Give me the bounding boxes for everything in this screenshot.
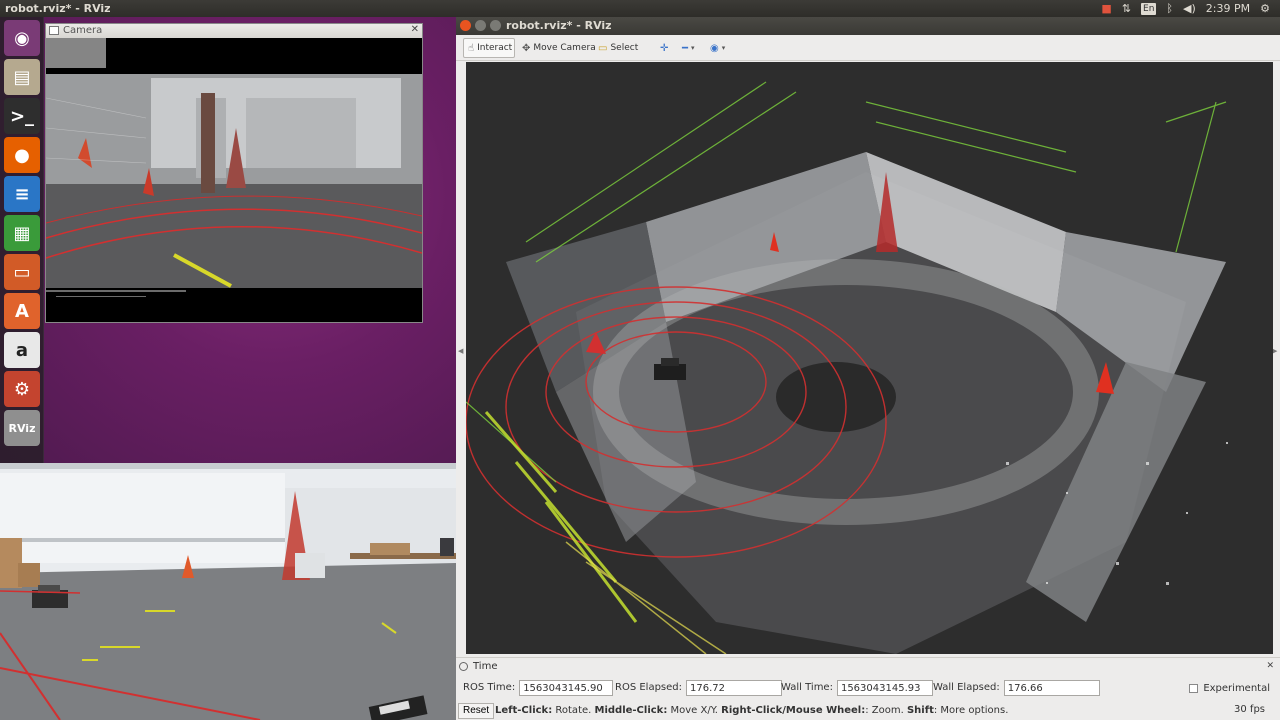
checkbox-icon[interactable] [1189, 684, 1199, 693]
tool-toolbar: ☝ Interact ✥ Move Camera ▭ Select ✛ ━ ▾ … [456, 35, 1280, 61]
camera-image [46, 38, 422, 322]
move-icon: ✥ [522, 42, 531, 54]
wall-time-input[interactable]: 1563043145.93 [836, 679, 933, 696]
mouse-help-text: Left-Click: Rotate. Middle-Click: Move X… [495, 705, 1008, 716]
middle-click-key: Middle-Click: [594, 705, 668, 716]
writer-icon[interactable]: ≡ [4, 176, 40, 212]
interact-tool-button[interactable]: ☝ Interact [463, 38, 515, 58]
maximize-icon[interactable] [490, 20, 501, 31]
ros-time-label: ROS Time: [463, 682, 516, 693]
rviz-window-title: robot.rviz* - RViz [506, 19, 612, 32]
experimental-checkbox[interactable]: Experimental [1189, 683, 1270, 694]
camera-titlebar[interactable]: Camera ✕ [46, 24, 422, 38]
crosshair-icon: ✛ [660, 42, 669, 54]
wall-time-field: Wall Time: 1563043145.93 [781, 679, 933, 696]
chevron-down-icon: ▾ [721, 44, 726, 52]
camera-window[interactable]: Camera ✕ [45, 23, 423, 323]
volume-icon[interactable]: ◀) [1183, 1, 1196, 16]
firefox-icon[interactable]: ● [4, 137, 40, 173]
ros-elapsed-input[interactable]: 176.72 [686, 679, 782, 696]
select-icon: ▭ [598, 42, 608, 54]
close-icon[interactable] [460, 20, 471, 31]
files-icon[interactable]: ▤ [4, 59, 40, 95]
time-panel: Time ✕ ROS Time: 1563043145.90 ROS Elaps… [456, 657, 1280, 720]
left-click-action: Rotate. [552, 705, 595, 716]
focus-camera-tool-button[interactable]: ✛ [656, 38, 672, 58]
settings-icon[interactable]: ⚙ [4, 371, 40, 407]
power-icon[interactable]: ⚙ [1260, 1, 1270, 16]
room-camera-photo [0, 463, 456, 720]
left-dock-handle-icon[interactable]: ◀ [458, 347, 464, 355]
move-camera-tool-button[interactable]: ✥ Move Camera [518, 38, 600, 58]
wall-elapsed-field: Wall Elapsed: 176.66 [933, 679, 1100, 696]
hand-icon: ☝ [468, 42, 475, 54]
window-icon [49, 26, 59, 35]
move-camera-label: Move Camera [533, 43, 596, 53]
bluetooth-icon[interactable]: ᛒ [1166, 1, 1173, 16]
impress-icon[interactable]: ▭ [4, 254, 40, 290]
system-tray: ■ ⇅ En ᛒ ◀) 2:39 PM ⚙ [1101, 1, 1270, 16]
ubuntu-dash-icon[interactable]: ◉ [4, 20, 40, 56]
camera-window-title: Camera [63, 25, 103, 36]
select-tool-button[interactable]: ▭ Select [594, 38, 642, 58]
middle-click-action: Move X/Y. [667, 705, 722, 716]
wall-elapsed-input[interactable]: 176.66 [1003, 679, 1100, 696]
experimental-label: Experimental [1203, 683, 1270, 694]
time-panel-title: Time [473, 661, 498, 672]
3d-viewport[interactable] [466, 62, 1273, 654]
shift-key: Shift [906, 705, 934, 716]
select-label: Select [610, 43, 639, 53]
left-click-key: Left-Click: [495, 705, 553, 716]
terminal-icon[interactable]: >_ [4, 98, 40, 134]
close-icon[interactable]: ✕ [1266, 661, 1274, 671]
time-panel-header: Time [459, 661, 497, 672]
rviz-icon[interactable]: RViz [4, 410, 40, 446]
network-icon[interactable]: ⇅ [1122, 1, 1131, 16]
ros-time-input[interactable]: 1563043145.90 [519, 679, 614, 696]
chevron-down-icon: ▾ [691, 44, 695, 52]
rviz-titlebar[interactable]: robot.rviz* - RViz [456, 17, 1280, 35]
software-center-icon[interactable]: A [4, 293, 40, 329]
interact-label: Interact [477, 43, 513, 53]
rviz-window[interactable]: robot.rviz* - RViz ☝ Interact ✥ Move Cam… [456, 17, 1280, 720]
ros-elapsed-field: ROS Elapsed: 176.72 [615, 679, 782, 696]
wall-elapsed-label: Wall Elapsed: [933, 682, 1000, 693]
waypoint-icon: ◉ [710, 42, 719, 54]
clock[interactable]: 2:39 PM [1206, 1, 1250, 16]
top-panel: robot.rviz* - RViz ■ ⇅ En ᛒ ◀) 2:39 PM ⚙ [0, 0, 1280, 17]
launcher: ◉ ▤ >_ ● ≡ ▦ ▭ Aa ⚙ RViz [0, 17, 44, 463]
right-click-action: : Zoom. [865, 705, 907, 716]
fps-counter: 30 fps [1234, 704, 1265, 715]
shift-action: : More options. [933, 705, 1009, 716]
calc-icon[interactable]: ▦ [4, 215, 40, 251]
clock-icon [459, 662, 468, 671]
record-icon[interactable]: ■ [1101, 1, 1111, 16]
close-icon[interactable]: ✕ [411, 24, 419, 35]
measure-tool-button[interactable]: ━ ▾ [678, 38, 699, 58]
keyboard-layout-badge[interactable]: En [1141, 2, 1157, 15]
pose-tool-button[interactable]: ◉ ▾ [706, 38, 729, 58]
ruler-icon: ━ [682, 42, 689, 54]
active-window-title: robot.rviz* - RViz [5, 2, 111, 15]
ros-time-field: ROS Time: 1563043145.90 [463, 679, 614, 696]
ros-elapsed-label: ROS Elapsed: [615, 682, 682, 693]
right-click-key: Right-Click/Mouse Wheel: [721, 705, 866, 716]
minimize-icon[interactable] [475, 20, 486, 31]
amazon-icon[interactable]: a [4, 332, 40, 368]
wall-time-label: Wall Time: [781, 682, 833, 693]
reset-button[interactable]: Reset [458, 703, 495, 719]
